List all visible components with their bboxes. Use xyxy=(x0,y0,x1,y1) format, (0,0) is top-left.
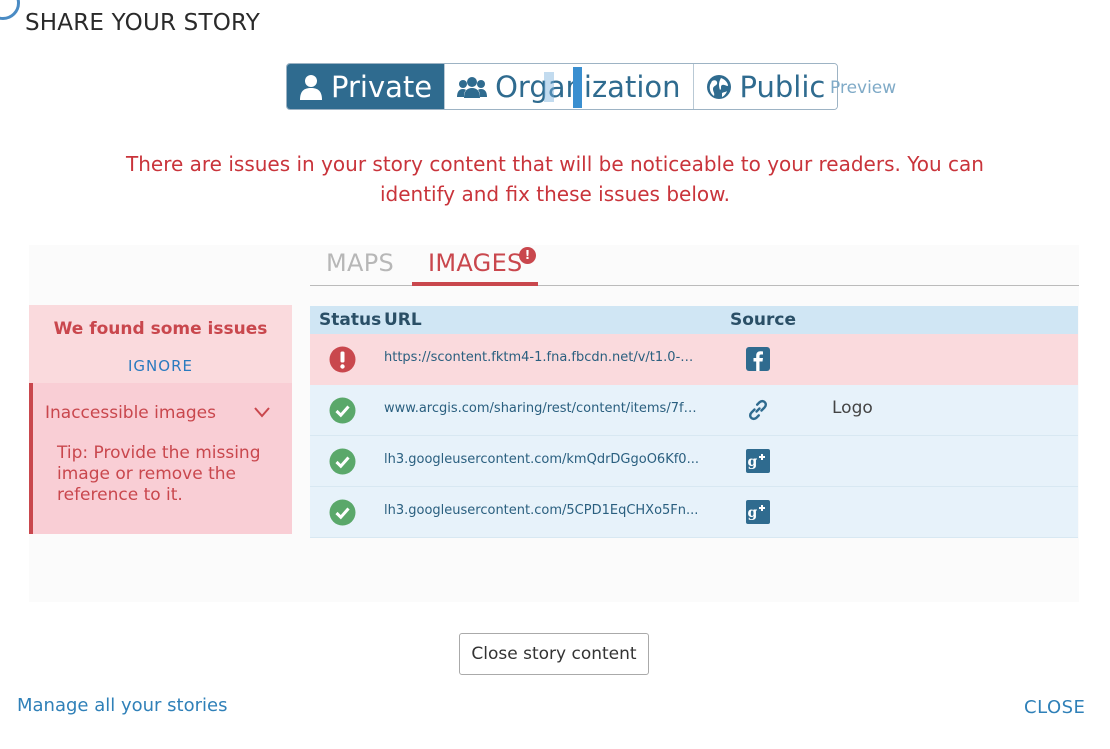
group-icon xyxy=(457,76,488,98)
preview-link[interactable]: Preview xyxy=(830,78,896,98)
issues-header: We found some issues IGNORE xyxy=(29,305,292,383)
column-status: Status xyxy=(319,310,382,330)
ok-status-icon xyxy=(329,499,356,526)
issue-label: Inaccessible images xyxy=(45,403,216,423)
google-plus-icon: g xyxy=(746,449,770,473)
image-url-link[interactable]: lh3.googleusercontent.com/5CPD1EqCHXo5Fn… xyxy=(384,503,700,518)
share-organization-label: Organization xyxy=(495,69,681,104)
issue-item-inaccessible-images[interactable]: Inaccessible images Tip: Provide the mis… xyxy=(29,383,292,534)
column-source: Source xyxy=(730,310,797,330)
text-cursor-highlight xyxy=(544,72,555,102)
close-button[interactable]: CLOSE xyxy=(1024,697,1085,718)
table-row: www.arcgis.com/sharing/rest/content/item… xyxy=(310,385,1078,436)
tab-maps[interactable]: MAPS xyxy=(326,249,394,277)
google-plus-icon: g xyxy=(746,500,770,524)
images-table: Status URL Source https://scontent.fktm4… xyxy=(310,306,1078,538)
dialog-title: SHARE YOUR STORY xyxy=(25,10,260,36)
image-url-link[interactable]: https://scontent.fktm4-1.fna.fbcdn.net/v… xyxy=(384,350,700,365)
ok-status-icon xyxy=(329,397,356,424)
table-row: https://scontent.fktm4-1.fna.fbcdn.net/v… xyxy=(310,334,1078,385)
close-story-content-button[interactable]: Close story content xyxy=(459,633,649,675)
tab-images-error-badge: ! xyxy=(519,247,536,264)
issues-summary: We found some issues IGNORE Inaccessible… xyxy=(29,305,292,534)
column-url: URL xyxy=(384,310,422,330)
share-toggle-group: Private Organization Public xyxy=(286,63,839,110)
share-public-label: Public xyxy=(739,69,826,104)
image-caption: Logo xyxy=(832,398,873,418)
ignore-button[interactable]: IGNORE xyxy=(29,357,292,375)
share-public-button[interactable]: Public xyxy=(692,64,838,109)
svg-text:g: g xyxy=(748,454,758,470)
text-cursor xyxy=(573,67,583,108)
image-url-link[interactable]: lh3.googleusercontent.com/kmQdrDGgoO6Kf0… xyxy=(384,452,700,467)
share-private-label: Private xyxy=(331,69,433,104)
story-icon xyxy=(0,0,20,20)
tab-images-label: IMAGES xyxy=(428,249,523,277)
ok-status-icon xyxy=(329,448,356,475)
chevron-down-icon[interactable] xyxy=(253,405,271,419)
issues-warning-message: There are issues in your story content t… xyxy=(126,152,984,206)
table-header: Status URL Source xyxy=(310,306,1078,334)
table-row: lh3.googleusercontent.com/kmQdrDGgoO6Kf0… xyxy=(310,436,1078,487)
content-tabs: MAPS IMAGES ! xyxy=(310,245,1079,286)
link-icon xyxy=(749,399,767,421)
image-url-link[interactable]: www.arcgis.com/sharing/rest/content/item… xyxy=(384,401,700,416)
facebook-icon xyxy=(746,347,770,371)
share-private-button[interactable]: Private xyxy=(287,64,445,109)
svg-text:g: g xyxy=(748,505,758,521)
table-row: lh3.googleusercontent.com/5CPD1EqCHXo5Fn… xyxy=(310,487,1078,538)
user-icon xyxy=(300,74,322,100)
issue-tip: Tip: Provide the missing image or remove… xyxy=(57,443,261,505)
error-status-icon xyxy=(329,346,356,373)
share-organization-button[interactable]: Organization xyxy=(444,64,693,109)
manage-stories-link[interactable]: Manage all your stories xyxy=(17,695,227,716)
globe-icon xyxy=(706,74,731,99)
issues-title: We found some issues xyxy=(53,319,268,339)
